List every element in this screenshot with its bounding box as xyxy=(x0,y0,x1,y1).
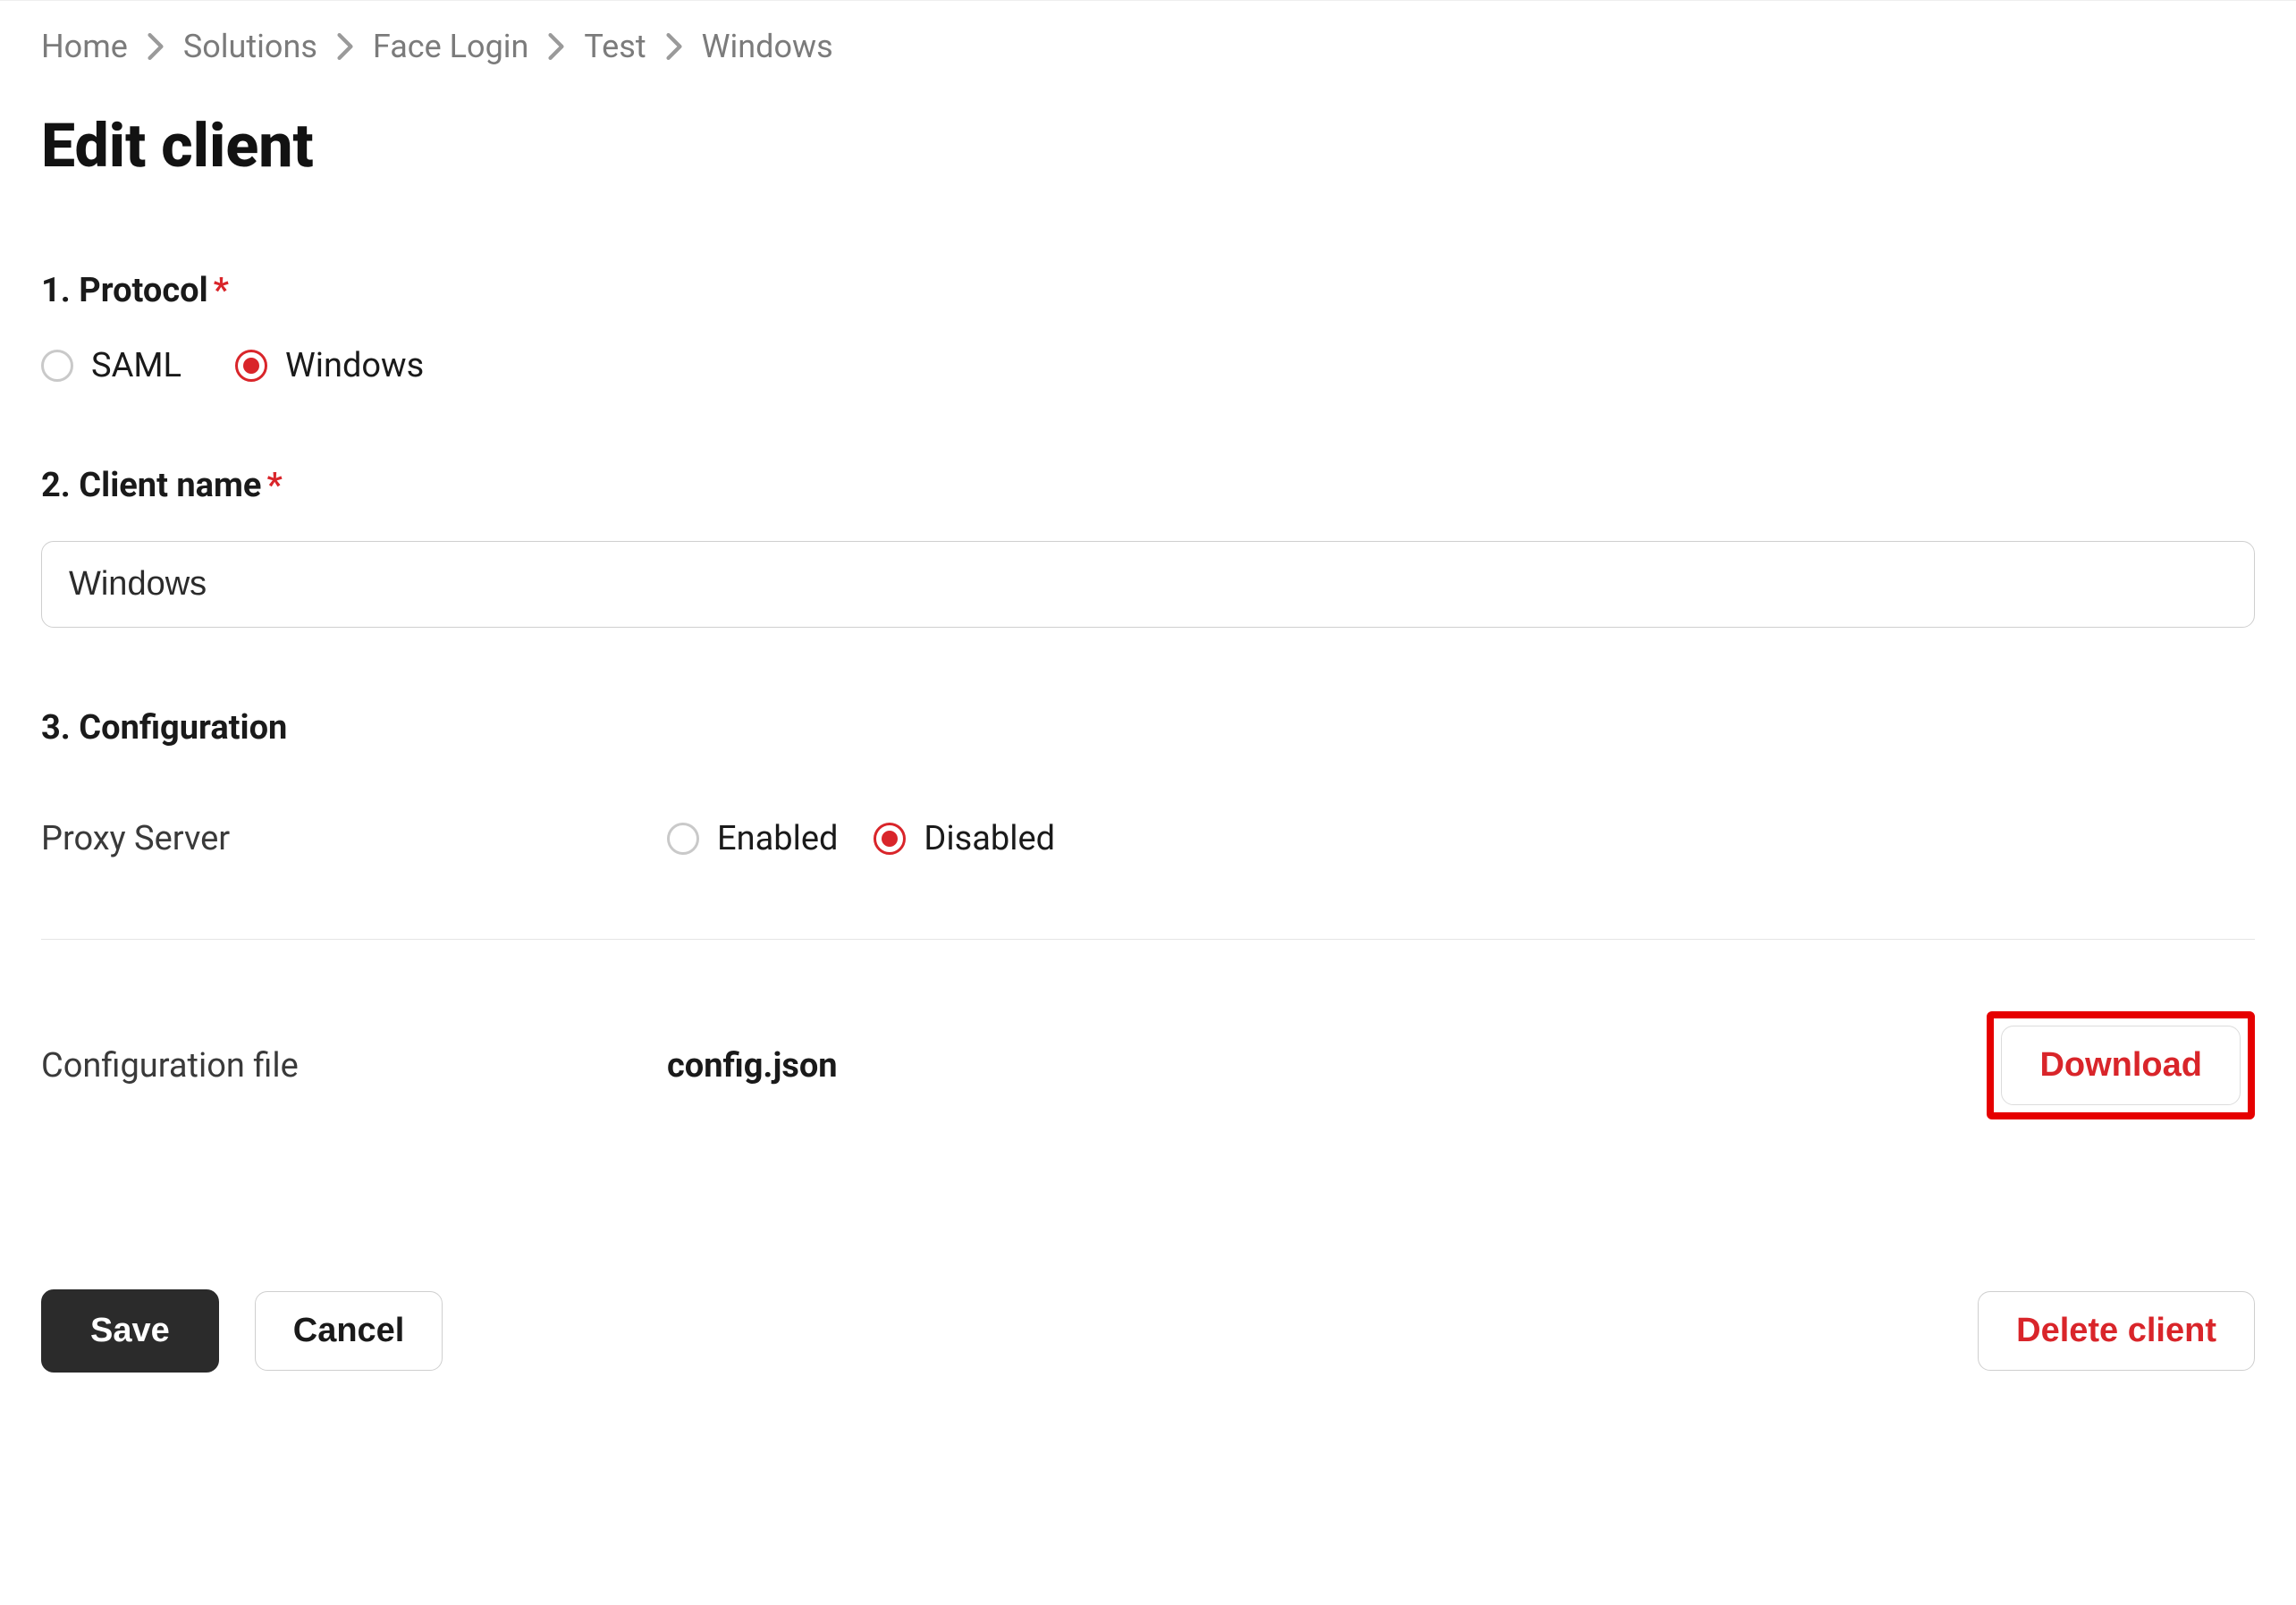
radio-label: Disabled xyxy=(924,819,1055,858)
breadcrumb-item-windows[interactable]: Windows xyxy=(702,28,833,65)
radio-icon xyxy=(667,823,699,855)
radio-label: SAML xyxy=(91,346,181,385)
proxy-option-disabled[interactable]: Disabled xyxy=(874,819,1055,858)
proxy-server-label: Proxy Server xyxy=(41,819,667,858)
page: Home Solutions Face Login Test Windows E… xyxy=(0,0,2296,1426)
proxy-server-row: Proxy Server Enabled Disabled xyxy=(41,819,2255,858)
chevron-right-icon xyxy=(337,33,353,60)
radio-icon xyxy=(235,350,267,382)
chevron-right-icon xyxy=(548,33,564,60)
proxy-option-enabled[interactable]: Enabled xyxy=(667,819,838,858)
radio-label: Enabled xyxy=(717,819,838,858)
required-indicator: * xyxy=(214,271,229,310)
radio-label: Windows xyxy=(285,346,424,385)
client-name-label-text: 2. Client name xyxy=(41,466,261,505)
save-button[interactable]: Save xyxy=(41,1289,219,1373)
breadcrumb-item-face-login[interactable]: Face Login xyxy=(373,28,529,65)
download-highlight: Download xyxy=(1987,1011,2255,1119)
configuration-file-row: Configuration file config.json Download xyxy=(41,1011,2255,1119)
divider xyxy=(41,939,2255,940)
protocol-label-text: 1. Protocol xyxy=(41,271,208,310)
configuration-file-name: config.json xyxy=(667,1046,838,1085)
footer-actions: Save Cancel Delete client xyxy=(41,1289,2255,1373)
client-name-input[interactable] xyxy=(41,541,2255,628)
configuration-file-left: Configuration file config.json xyxy=(41,1046,1987,1085)
cancel-button[interactable]: Cancel xyxy=(255,1291,443,1371)
protocol-section-label: 1. Protocol* xyxy=(41,271,2255,310)
chevron-right-icon xyxy=(148,33,164,60)
chevron-right-icon xyxy=(666,33,682,60)
radio-icon xyxy=(874,823,906,855)
protocol-radio-group: SAML Windows xyxy=(41,346,2255,385)
download-button[interactable]: Download xyxy=(2001,1026,2241,1105)
page-title: Edit client xyxy=(41,110,2255,182)
required-indicator: * xyxy=(266,466,282,505)
configuration-section-label: 3. Configuration xyxy=(41,708,2255,748)
breadcrumb-item-solutions[interactable]: Solutions xyxy=(183,28,317,65)
delete-client-button[interactable]: Delete client xyxy=(1978,1291,2255,1371)
breadcrumb: Home Solutions Face Login Test Windows xyxy=(41,28,2255,65)
proxy-radio-group: Enabled Disabled xyxy=(667,819,1055,858)
protocol-option-saml[interactable]: SAML xyxy=(41,346,181,385)
radio-icon xyxy=(41,350,73,382)
client-name-section-label: 2. Client name* xyxy=(41,466,2255,505)
breadcrumb-item-home[interactable]: Home xyxy=(41,28,128,65)
breadcrumb-item-test[interactable]: Test xyxy=(584,28,646,65)
protocol-option-windows[interactable]: Windows xyxy=(235,346,424,385)
configuration-file-label: Configuration file xyxy=(41,1046,667,1085)
